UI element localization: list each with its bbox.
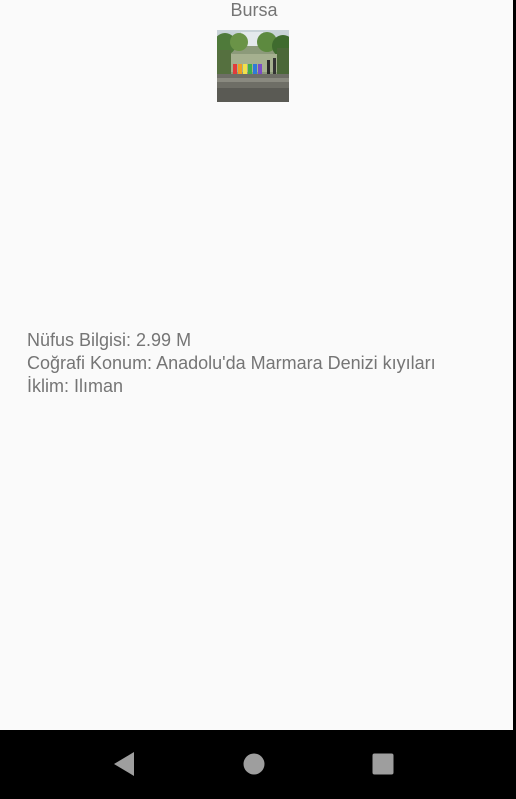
home-button[interactable] <box>236 746 272 782</box>
climate-text: İklim: Ilıman <box>27 376 124 396</box>
city-street-photo-icon <box>217 30 289 102</box>
city-title: Bursa <box>230 0 278 20</box>
system-navigation-bar <box>0 730 516 799</box>
city-detail-screen: Bursa Nüfus Bilgisi: 2.99 M Coğrafi Konu… <box>0 0 513 730</box>
recents-button[interactable] <box>365 746 401 782</box>
city-photo <box>217 30 289 102</box>
location-text: Coğrafi Konum: Anadolu'da Marmara Denizi… <box>27 353 436 373</box>
home-circle-icon <box>243 753 265 775</box>
back-triangle-icon <box>114 752 134 776</box>
app-screen: Bursa Nüfus Bilgisi: 2.99 M Coğrafi Konu… <box>0 0 516 799</box>
back-button[interactable] <box>106 746 142 782</box>
city-info: Nüfus Bilgisi: 2.99 M Coğrafi Konum: Ana… <box>27 329 507 398</box>
recents-square-icon <box>372 753 394 775</box>
population-text: Nüfus Bilgisi: 2.99 M <box>27 330 192 350</box>
